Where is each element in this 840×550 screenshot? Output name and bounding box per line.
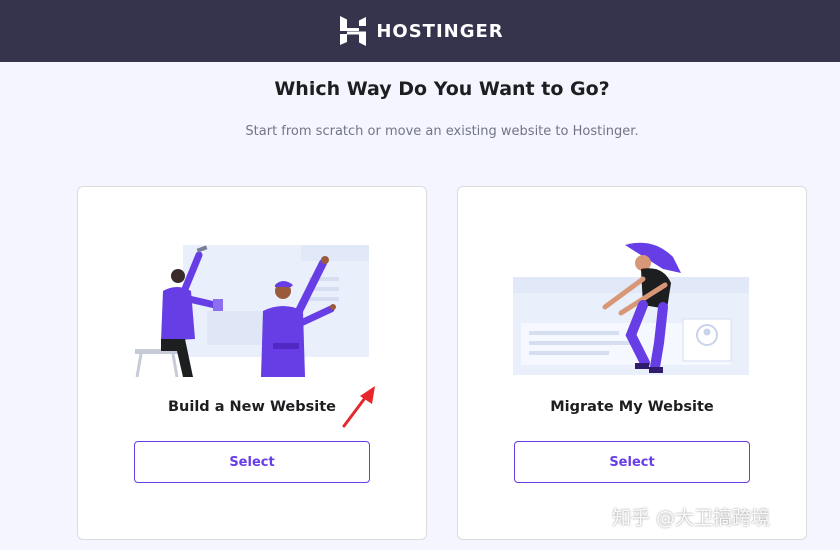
watermark: 知乎 @大卫搞跨境 — [612, 507, 771, 529]
red-arrow-pointer-icon — [342, 386, 375, 428]
migrate-website-card[interactable]: Migrate My Website Select — [457, 186, 807, 540]
build-website-illustration — [135, 245, 369, 378]
migrate-website-illustration — [513, 242, 749, 375]
page-subtitle: Start from scratch or move an existing w… — [245, 124, 639, 139]
hostinger-logo-icon — [340, 16, 367, 46]
migrate-select-button[interactable]: Select — [514, 441, 750, 483]
brand-name: HOSTINGER — [376, 20, 504, 42]
brand[interactable]: HOSTINGER — [340, 16, 503, 46]
build-website-card[interactable]: Build a New Website Select — [77, 186, 427, 540]
page-title: Which Way Do You Want to Go? — [274, 78, 610, 100]
build-select-button[interactable]: Select — [134, 441, 370, 483]
migrate-website-title: Migrate My Website — [550, 399, 714, 415]
top-header: HOSTINGER — [0, 0, 840, 62]
